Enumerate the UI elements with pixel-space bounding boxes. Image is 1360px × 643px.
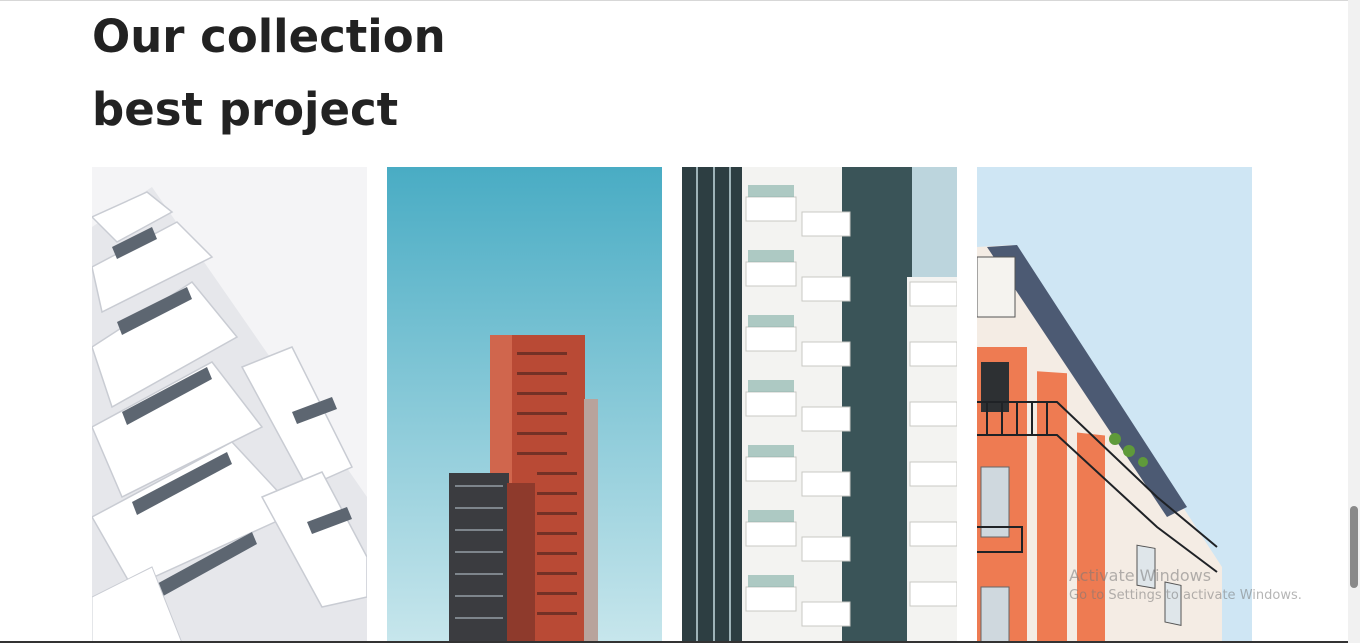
glass-balcony-highrise-photo (682, 167, 957, 643)
scrollbar-thumb[interactable] (1350, 506, 1358, 588)
heading-line-2: best project (92, 83, 399, 136)
red-tower-blue-sky-photo (387, 167, 662, 643)
project-card-3[interactable] (682, 167, 957, 643)
heading-line-1: Our collection (92, 10, 446, 63)
white-modern-building-photo (92, 167, 367, 643)
project-card-1[interactable] (92, 167, 367, 643)
windows-activation-watermark: Activate Windows Go to Settings to activ… (1069, 566, 1302, 603)
section-heading: Our collection best project (92, 0, 446, 146)
watermark-title: Activate Windows (1069, 566, 1212, 585)
project-card-2[interactable] (387, 167, 662, 643)
vertical-scrollbar[interactable] (1348, 0, 1360, 643)
watermark-subtitle: Go to Settings to activate Windows. (1069, 588, 1302, 603)
